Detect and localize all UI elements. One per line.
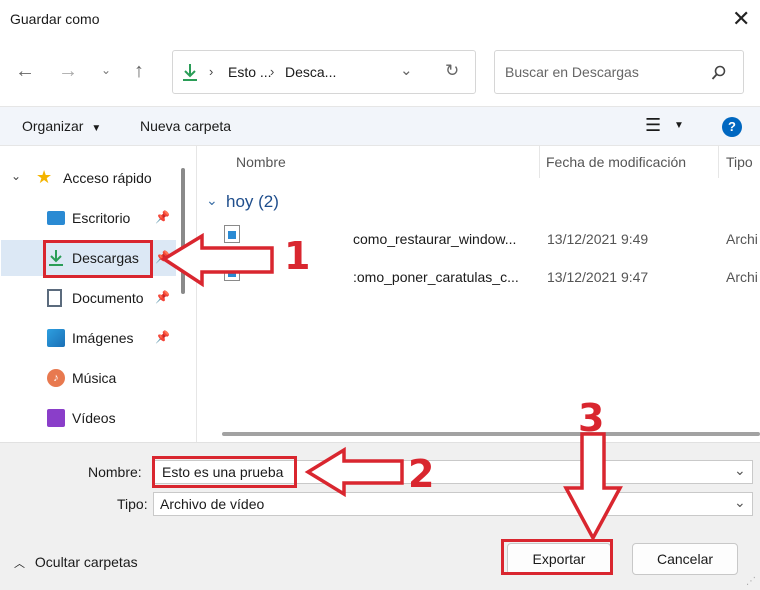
sidebar-item-videos[interactable]: Vídeos: [0, 400, 175, 436]
arrow-down-annotation-icon: [563, 432, 623, 542]
group-header-today[interactable]: hoy (2): [226, 192, 279, 212]
up-arrow-icon[interactable]: ↑: [134, 60, 144, 83]
highlight-box-export: [501, 539, 613, 575]
title-bar: [0, 0, 760, 40]
sidebar-item-desktop[interactable]: Escritorio 📌: [0, 200, 175, 236]
back-arrow-icon[interactable]: ←: [15, 60, 35, 83]
type-label: Tipo:: [117, 496, 148, 512]
hide-folders-button[interactable]: ︿ Ocultar carpetas: [14, 554, 138, 571]
music-icon: ♪: [47, 369, 65, 387]
column-divider: [718, 146, 719, 178]
search-box[interactable]: Buscar en Descargas: [494, 50, 744, 94]
arrow-left-annotation-icon: [160, 232, 274, 288]
column-header-type[interactable]: Tipo: [726, 154, 753, 170]
breadcrumb-downloads[interactable]: Desca...: [285, 64, 336, 80]
organize-label: Organizar: [22, 118, 84, 134]
breadcrumb-this-pc[interactable]: Esto ...: [228, 64, 272, 80]
name-label: Nombre:: [88, 464, 142, 480]
pin-icon[interactable]: 📌: [155, 290, 170, 304]
sidebar-item-label: Escritorio: [72, 210, 131, 226]
close-icon[interactable]: ✕: [732, 6, 750, 32]
address-dropdown-chevron-icon[interactable]: ⌄: [400, 61, 413, 79]
desktop-folder-icon: [47, 211, 65, 225]
column-divider: [539, 146, 540, 178]
sidebar-item-quick-access[interactable]: ⌄ ★ Acceso rápido: [0, 160, 175, 196]
new-folder-button[interactable]: Nueva carpeta: [140, 118, 231, 134]
pictures-icon: [47, 329, 65, 347]
address-bar[interactable]: › Esto ... › Desca... ⌄ ↻: [172, 50, 476, 94]
breadcrumb-separator-icon: ›: [270, 64, 275, 79]
videos-icon: [47, 409, 65, 427]
file-date: 13/12/2021 9:49: [547, 231, 649, 247]
pin-icon[interactable]: 📌: [155, 330, 170, 344]
organize-menu-button[interactable]: Organizar ▼: [22, 118, 101, 134]
file-type-select[interactable]: Archivo de vídeo ⌄: [153, 492, 753, 516]
sidebar-item-label: Vídeos: [72, 410, 116, 426]
sidebar-item-label: Música: [72, 370, 117, 386]
file-type-value: Archivo de vídeo: [160, 496, 265, 512]
sidebar-item-music[interactable]: ♪ Música: [0, 360, 175, 396]
view-dropdown-icon[interactable]: ▼: [674, 120, 684, 131]
refresh-icon[interactable]: ↻: [445, 61, 459, 81]
resize-grip-icon[interactable]: ⋰: [746, 576, 756, 587]
group-collapse-chevron-icon[interactable]: ⌄: [206, 192, 218, 209]
callout-number-2: 2: [408, 452, 435, 496]
view-options-icon[interactable]: ☰: [645, 115, 661, 136]
sidebar-item-label: Acceso rápido: [63, 170, 152, 186]
breadcrumb-separator-icon: ›: [209, 64, 214, 79]
horizontal-scrollbar[interactable]: [222, 432, 760, 436]
recent-locations-chevron-icon[interactable]: ⌄: [101, 63, 111, 77]
type-dropdown-chevron-icon[interactable]: ⌄: [734, 494, 746, 511]
organize-dropdown-icon: ▼: [91, 123, 102, 134]
highlight-box-filename: [152, 456, 297, 488]
arrow-left-annotation-icon: [304, 446, 404, 498]
search-icon[interactable]: [711, 65, 727, 81]
window-title: Guardar como: [10, 11, 100, 27]
file-date: 13/12/2021 9:47: [547, 269, 649, 285]
sidebar-item-label: Documento: [72, 290, 144, 306]
file-name: como_restaurar_window...: [353, 231, 517, 247]
download-icon: [183, 64, 197, 81]
highlight-box-downloads: [43, 240, 153, 278]
file-name: :omo_poner_caratulas_c...: [353, 269, 519, 285]
callout-number-1: 1: [284, 234, 311, 278]
sidebar-item-pictures[interactable]: Imágenes 📌: [0, 320, 175, 356]
help-icon[interactable]: ?: [722, 117, 742, 137]
forward-arrow-icon[interactable]: →: [58, 60, 78, 83]
search-placeholder: Buscar en Descargas: [505, 64, 639, 80]
column-header-name[interactable]: Nombre: [236, 154, 286, 170]
cancel-button[interactable]: Cancelar: [632, 543, 738, 575]
file-type: Archi: [726, 231, 758, 247]
file-list: [196, 146, 760, 442]
name-dropdown-chevron-icon[interactable]: ⌄: [734, 462, 746, 479]
expand-chevron-icon[interactable]: ⌄: [11, 169, 21, 183]
pin-icon[interactable]: 📌: [155, 210, 170, 224]
column-header-date[interactable]: Fecha de modificación: [546, 154, 686, 170]
chevron-up-icon: ︿: [14, 558, 25, 570]
sidebar-item-documents[interactable]: Documento 📌: [0, 280, 175, 316]
sidebar-item-label: Imágenes: [72, 330, 134, 346]
file-type: Archi: [726, 269, 758, 285]
document-icon: [47, 289, 62, 307]
star-icon: ★: [36, 167, 53, 187]
hide-folders-label: Ocultar carpetas: [34, 554, 138, 570]
